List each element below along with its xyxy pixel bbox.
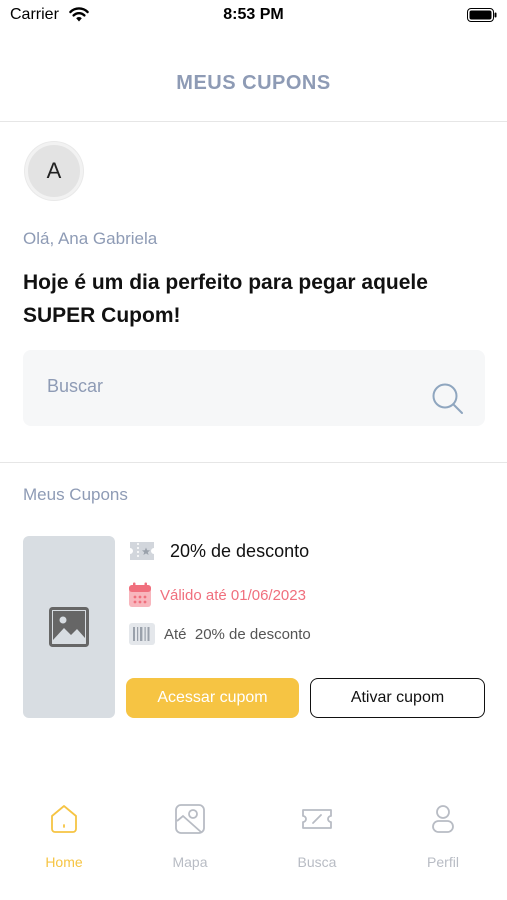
tab-label: Home xyxy=(45,854,83,870)
map-icon xyxy=(175,804,205,834)
tab-label: Mapa xyxy=(172,854,208,870)
tab-home[interactable]: Home xyxy=(14,802,114,870)
tab-profile[interactable]: Perfil xyxy=(393,802,493,870)
coupon-title: 20% de desconto xyxy=(170,540,310,561)
tab-label: Perfil xyxy=(427,854,459,870)
section-title: Meus Cupons xyxy=(23,485,128,504)
header-divider xyxy=(0,121,507,122)
access-coupon-button[interactable]: Acessar cupom xyxy=(126,678,299,718)
avatar-initial: A xyxy=(46,158,62,183)
avatar[interactable]: A xyxy=(25,142,83,200)
coupon-limit-row: Até 20% de desconto xyxy=(128,622,311,646)
coupon-validity-row: Válido até 01/06/2023 xyxy=(128,582,306,608)
search-box[interactable] xyxy=(23,350,485,426)
coupon-limit: Até 20% de desconto xyxy=(164,625,311,643)
ticket-icon xyxy=(130,542,154,560)
user-icon xyxy=(432,805,454,833)
tab-label: Busca xyxy=(297,854,337,870)
greeting-text: Olá, Ana Gabriela xyxy=(23,229,158,248)
search-icon[interactable] xyxy=(431,382,465,416)
status-bar: Carrier 8:53 PM xyxy=(0,0,507,32)
coupon-valid-until: Válido até 01/06/2023 xyxy=(160,586,306,604)
battery-icon xyxy=(467,8,497,22)
image-icon xyxy=(49,607,89,647)
home-icon xyxy=(51,805,77,833)
calendar-icon xyxy=(129,582,151,607)
search-input[interactable] xyxy=(47,376,407,397)
coupon-title-row: 20% de desconto xyxy=(128,539,309,563)
activate-coupon-button[interactable]: Ativar cupom xyxy=(310,678,485,718)
tab-search[interactable]: Busca xyxy=(267,802,367,870)
ticket-icon xyxy=(302,809,332,829)
clock: 8:53 PM xyxy=(223,6,284,23)
coupon-image-placeholder xyxy=(23,536,115,718)
headline-text: Hoje é um dia perfeito para pegar aquele… xyxy=(23,271,428,327)
barcode-icon xyxy=(129,623,155,645)
tab-bar: Home Mapa Busca Perfil xyxy=(0,790,507,900)
tab-map[interactable]: Mapa xyxy=(140,802,240,870)
page-title: MEUS CUPONS xyxy=(176,72,331,94)
section-divider xyxy=(0,462,507,463)
